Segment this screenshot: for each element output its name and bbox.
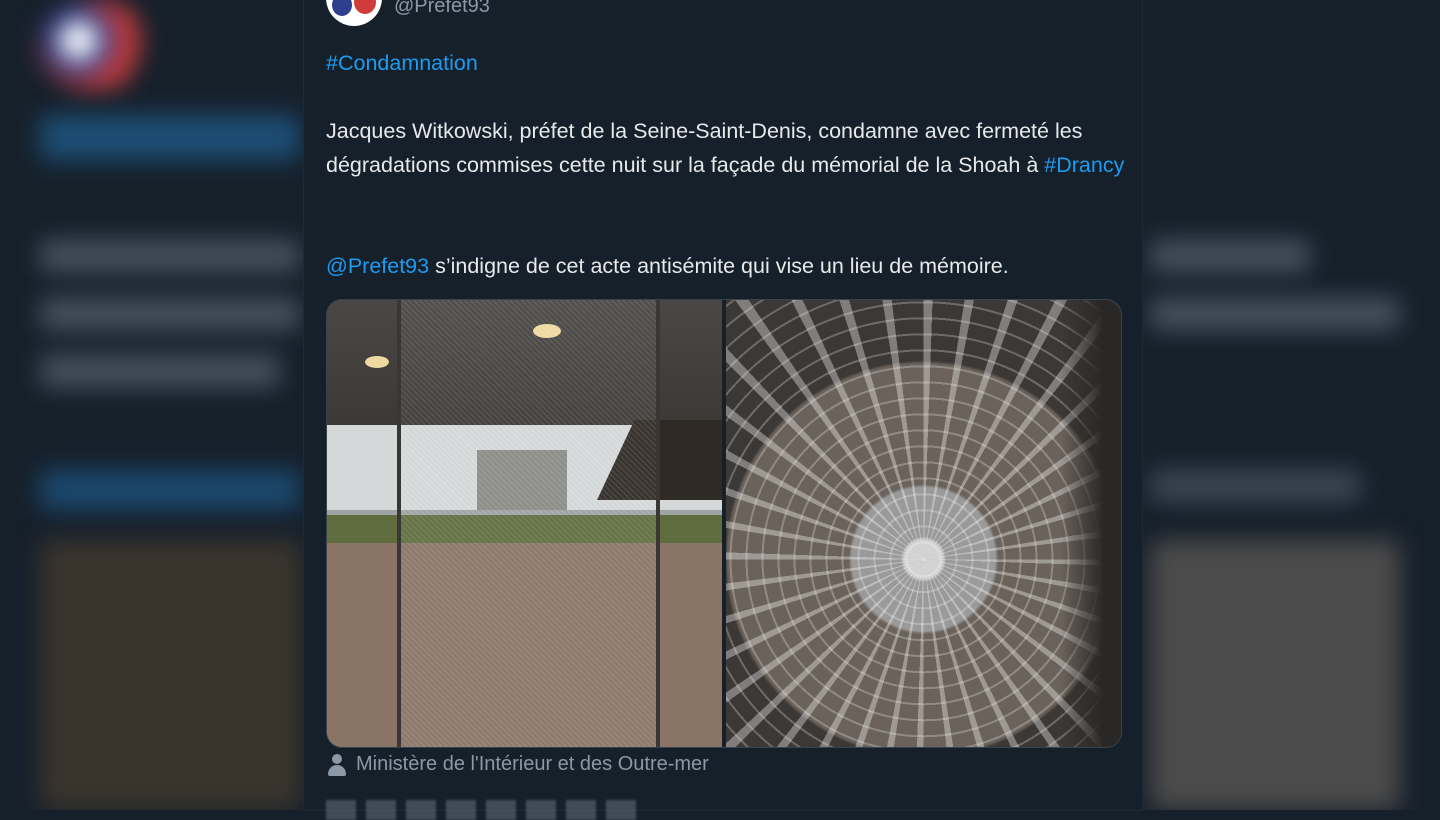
blurred-link: [40, 115, 300, 160]
tweet-timestamp-cut-off: [326, 800, 646, 820]
photo-frosted-glass-facade[interactable]: [327, 300, 722, 747]
hashtag-link[interactable]: #Drancy: [1044, 153, 1124, 177]
hashtag-link[interactable]: #Condamnation: [326, 51, 478, 75]
blurred-link: [40, 470, 300, 510]
tweet-body-text: Jacques Witkowski, préfet de la Seine-Sa…: [326, 119, 1083, 177]
blurred-image: [1150, 540, 1400, 810]
person-icon: [328, 753, 346, 776]
media-credit-text: Ministère de l'Intérieur et des Outre-me…: [356, 753, 709, 775]
tweet-body-second: @Prefet93 s’indigne de cet acte antisémi…: [326, 249, 1126, 283]
tweet-card: @Prefet93 #Condamnation Jacques Witkowsk…: [304, 0, 1142, 820]
tweet-header: @Prefet93: [326, 0, 490, 26]
user-handle[interactable]: @Prefet93: [394, 0, 490, 18]
photo-shattered-glass[interactable]: [726, 300, 1121, 747]
blurred-text-line: [1150, 240, 1310, 272]
blurred-image: [40, 540, 302, 810]
blurred-text-line: [1150, 470, 1360, 502]
blurred-text-line: [40, 240, 300, 272]
media-credit: Ministère de l'Intérieur et des Outre-me…: [328, 753, 709, 776]
tweet-hashtag-line: #Condamnation: [326, 46, 1126, 80]
tweet-body: Jacques Witkowski, préfet de la Seine-Sa…: [326, 114, 1126, 182]
blurred-text-line: [40, 355, 280, 387]
french-flag-avatar-icon[interactable]: [326, 0, 382, 26]
blurred-text-line: [1150, 298, 1400, 330]
tweet-body-text: s’indigne de cet acte antisémite qui vis…: [429, 254, 1009, 278]
blurred-avatar: [40, 0, 150, 90]
blurred-text-line: [40, 298, 300, 330]
mention-link[interactable]: @Prefet93: [326, 254, 429, 278]
tweet-media[interactable]: [326, 299, 1122, 748]
